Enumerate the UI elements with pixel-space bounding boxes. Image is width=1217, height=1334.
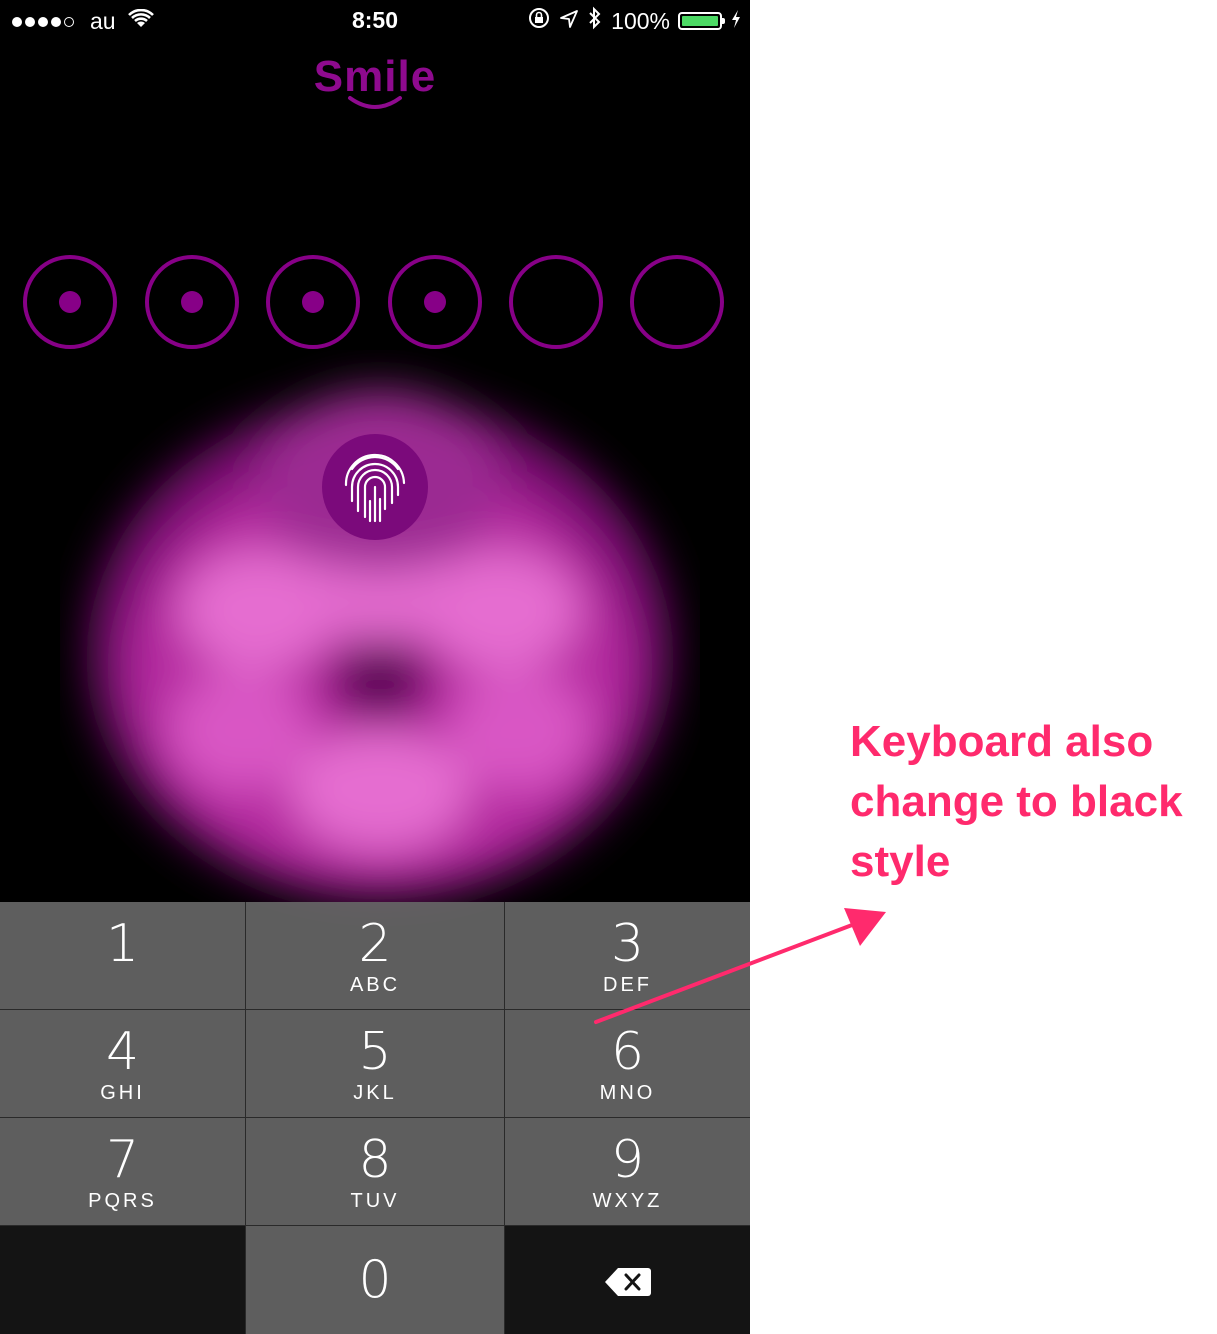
location-icon xyxy=(559,8,579,35)
key-number: 5 xyxy=(358,1022,392,1082)
key-number: 1 xyxy=(105,914,140,974)
key-letters: TUV xyxy=(350,1190,400,1212)
passcode-digit xyxy=(509,255,603,349)
passcode-dot xyxy=(302,291,324,313)
key-8[interactable]: 8 TUV xyxy=(246,1118,505,1226)
charging-icon xyxy=(730,8,742,35)
fingerprint-icon xyxy=(344,453,406,523)
logo-smile-curve xyxy=(348,96,402,109)
key-0[interactable]: 0 xyxy=(246,1226,505,1334)
annotation-arrow xyxy=(594,908,886,1024)
key-letters: GHI xyxy=(100,1082,145,1104)
backspace-icon xyxy=(604,1268,651,1296)
delete-key[interactable] xyxy=(505,1226,750,1334)
passcode-digit xyxy=(23,255,117,349)
passcode-dot xyxy=(59,291,81,313)
passcode-digit xyxy=(145,255,239,349)
key-number: 8 xyxy=(358,1130,392,1190)
passcode-digit xyxy=(630,255,724,349)
status-bar: au 8:50 100% xyxy=(0,0,750,42)
battery-icon xyxy=(678,12,725,30)
key-letters: PQRS xyxy=(88,1190,157,1212)
key-4[interactable]: 4 GHI xyxy=(0,1010,246,1118)
bluetooth-icon xyxy=(587,6,603,36)
battery-percent: 100% xyxy=(611,7,670,34)
passcode-digit xyxy=(388,255,482,349)
key-letters: WXYZ xyxy=(592,1190,663,1212)
key-letters: JKL xyxy=(353,1082,397,1104)
phone-screen: au 8:50 100% Smile 1 2 ABC 3 DEF 4 GHI 5… xyxy=(0,0,750,1334)
key-blank xyxy=(0,1226,246,1334)
key-number: 9 xyxy=(610,1130,645,1190)
annotation-text: Keyboard also change to black style xyxy=(850,717,1183,886)
passcode-dot xyxy=(181,291,203,313)
passcode-digit xyxy=(266,255,360,349)
key-number: 2 xyxy=(358,914,392,974)
touch-id-button[interactable] xyxy=(322,434,428,540)
key-5[interactable]: 5 JKL xyxy=(246,1010,505,1118)
key-letters: ABC xyxy=(349,974,401,996)
key-7[interactable]: 7 PQRS xyxy=(0,1118,246,1226)
key-number: 7 xyxy=(105,1130,140,1190)
passcode-dot xyxy=(424,291,446,313)
key-9[interactable]: 9 WXYZ xyxy=(505,1118,750,1226)
key-number: 4 xyxy=(105,1022,140,1082)
key-1[interactable]: 1 xyxy=(0,902,246,1010)
key-2[interactable]: 2 ABC xyxy=(246,902,505,1010)
rotation-lock-icon xyxy=(527,6,551,36)
key-letters: MNO xyxy=(599,1082,656,1104)
key-number: 0 xyxy=(358,1250,392,1310)
